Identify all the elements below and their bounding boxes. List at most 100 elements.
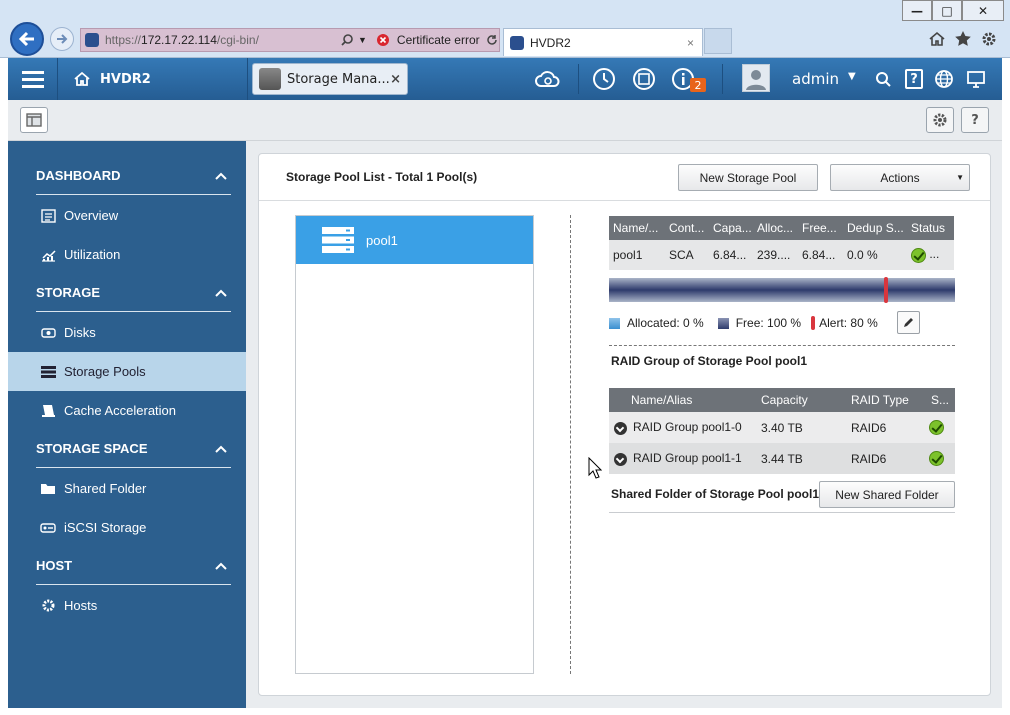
sidebar-section-storage[interactable]: STORAGE — [36, 274, 231, 312]
sidebar-item-label: Cache Acceleration — [64, 403, 177, 418]
sidebar-item-hosts[interactable]: Hosts — [8, 586, 246, 625]
pencil-icon — [904, 318, 913, 327]
table-cell: SCA — [665, 240, 709, 270]
column-header[interactable]: Capacity — [757, 388, 847, 412]
cert-error-label[interactable]: Certificate error — [397, 33, 480, 47]
table-cell: RAID Group pool1-0 — [609, 412, 757, 443]
column-header[interactable]: Dedup S... — [843, 216, 907, 240]
home-icon[interactable] — [928, 30, 946, 48]
list-item[interactable]: pool1 — [296, 216, 533, 264]
column-header[interactable]: Cont... — [665, 216, 709, 240]
favorites-star-icon[interactable] — [954, 30, 972, 48]
back-button[interactable] — [10, 22, 44, 56]
toggle-panel-button[interactable] — [20, 107, 48, 133]
folder-icon — [40, 481, 56, 497]
new-tab-button[interactable] — [704, 28, 732, 54]
table-cell — [927, 443, 955, 474]
actions-button[interactable]: Actions ▼ — [830, 164, 970, 191]
column-header[interactable]: Capa... — [709, 216, 753, 240]
app-home-button[interactable]: HVDR2 — [58, 58, 248, 100]
help-button[interactable]: ? — [961, 107, 989, 133]
search-icon[interactable] — [870, 66, 896, 92]
expand-chevron-icon[interactable] — [614, 452, 627, 466]
forward-button[interactable] — [50, 27, 74, 51]
column-header[interactable]: Name/... — [609, 216, 665, 240]
user-name[interactable]: admin — [792, 70, 839, 88]
maximize-icon[interactable]: □ — [932, 0, 962, 21]
sidebar-item-overview[interactable]: Overview — [8, 196, 246, 235]
divider — [259, 200, 990, 201]
cert-error-icon — [376, 34, 389, 46]
user-dropdown-icon[interactable]: ▼ — [848, 71, 856, 82]
sidebar-item-label: Disks — [64, 325, 96, 340]
storage-manager-icon — [259, 68, 281, 90]
table-cell: RAID Group pool1-1 — [609, 443, 757, 474]
notification-count-badge: 2 — [690, 78, 706, 92]
table-row[interactable]: RAID Group pool1-0 3.40 TB RAID6 — [609, 412, 955, 443]
settings-button[interactable] — [926, 107, 954, 133]
close-icon[interactable]: ✕ — [962, 0, 1004, 21]
monitor-icon[interactable] — [963, 66, 989, 92]
section-title: STORAGE — [36, 285, 101, 300]
table-cell: 239.... — [753, 240, 798, 270]
divider — [570, 215, 571, 674]
table-cell — [927, 412, 955, 443]
sidebar-item-storage-pools[interactable]: Storage Pools — [8, 352, 246, 391]
expand-chevron-icon[interactable] — [614, 421, 627, 435]
table-row[interactable]: RAID Group pool1-1 3.44 TB RAID6 — [609, 443, 955, 474]
app-toolbar — [8, 100, 1002, 141]
avatar[interactable] — [742, 64, 770, 92]
background-tasks-icon[interactable] — [591, 66, 617, 92]
sidebar-item-utilization[interactable]: Utilization — [8, 235, 246, 274]
new-storage-pool-button[interactable]: New Storage Pool — [678, 164, 818, 191]
app-tab-close-icon[interactable]: × — [390, 72, 401, 87]
browser-tab[interactable]: HVDR2 × — [503, 28, 703, 56]
settings-gear-icon[interactable] — [980, 30, 998, 48]
cloud-icon[interactable] — [535, 66, 561, 92]
table-cell: 0.0 % — [843, 240, 907, 270]
pool-detail-table: Name/... Cont... Capa... Alloc... Free..… — [609, 216, 954, 270]
table-cell: 3.44 TB — [757, 443, 847, 474]
column-header[interactable]: Free... — [798, 216, 843, 240]
raid-group-table: Name/Alias Capacity RAID Type S... RAID … — [609, 388, 955, 474]
new-shared-folder-button[interactable]: New Shared Folder — [819, 481, 955, 508]
pool-icon — [322, 227, 354, 253]
table-cell: ... — [907, 240, 954, 270]
table-row[interactable]: pool1 SCA 6.84... 239.... 6.84... 0.0 % … — [609, 240, 954, 270]
column-header[interactable]: RAID Type — [847, 388, 927, 412]
column-header[interactable]: S... — [927, 388, 955, 412]
column-header[interactable]: Status — [907, 216, 954, 240]
sidebar-item-label: Hosts — [64, 598, 98, 613]
address-bar[interactable]: https://172.17.22.114/cgi-bin/ ▼ Certifi… — [80, 28, 500, 52]
edit-alert-button[interactable] — [897, 311, 920, 334]
sidebar-section-dashboard[interactable]: DASHBOARD — [36, 157, 231, 195]
table-cell: RAID6 — [847, 443, 927, 474]
sidebar-item-label: iSCSI Storage — [64, 520, 147, 535]
column-header[interactable]: Name/Alias — [609, 388, 757, 412]
search-icon[interactable] — [340, 33, 354, 47]
refresh-icon[interactable] — [486, 34, 498, 46]
sidebar-section-storage-space[interactable]: STORAGE SPACE — [36, 430, 231, 468]
allocated-label: Allocated: 0 % — [627, 316, 704, 330]
language-globe-icon[interactable] — [931, 66, 957, 92]
sidebar-item-shared-folder[interactable]: Shared Folder — [8, 469, 246, 508]
minimize-icon[interactable]: — — [902, 0, 932, 21]
back-arrow-icon — [18, 31, 34, 47]
app-tab-storage-manager[interactable]: Storage Mana... × — [252, 63, 408, 95]
column-header[interactable]: Alloc... — [753, 216, 798, 240]
capacity-legend: Allocated: 0 % Free: 100 % Alert: 80 % — [609, 313, 878, 333]
main-menu-button[interactable] — [8, 58, 58, 100]
address-dropdown-icon[interactable]: ▼ — [358, 35, 367, 45]
address-url: https://172.17.22.114/cgi-bin/ — [105, 33, 259, 47]
sidebar-item-cache-acceleration[interactable]: Cache Acceleration — [8, 391, 246, 430]
free-label: Free: 100 % — [735, 316, 802, 330]
sidebar-item-disks[interactable]: Disks — [8, 313, 246, 352]
tab-close-icon[interactable]: × — [687, 36, 694, 50]
sidebar-section-host[interactable]: HOST — [36, 547, 231, 585]
section-title: DASHBOARD — [36, 168, 121, 183]
sync-icon[interactable] — [631, 66, 657, 92]
table-cell: 6.84... — [798, 240, 843, 270]
sidebar-item-iscsi-storage[interactable]: iSCSI Storage — [8, 508, 246, 547]
panel-layout-icon — [26, 113, 42, 127]
help-icon[interactable]: ? — [905, 69, 923, 89]
